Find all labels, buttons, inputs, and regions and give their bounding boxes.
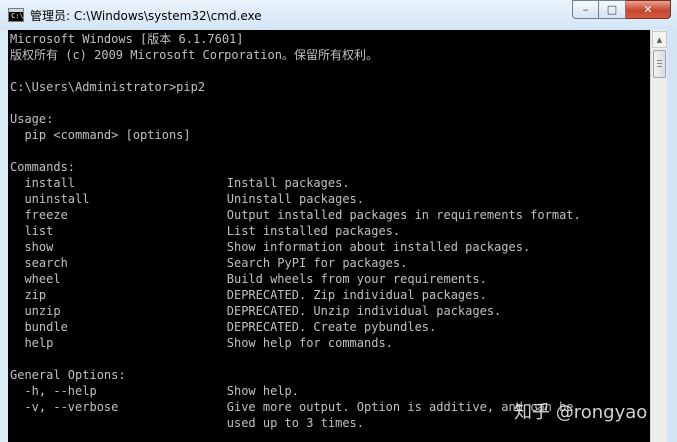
vertical-scrollbar[interactable]: ▲ (650, 30, 667, 442)
cmd-window: C:\ 管理员: C:\Windows\system32\cmd.exe – □… (0, 0, 677, 442)
cmd-console-icon[interactable]: C:\ (8, 8, 24, 22)
console-output[interactable]: Microsoft Windows [版本 6.1.7601] 版权所有 (c) … (8, 30, 650, 442)
maximize-button[interactable]: □ (599, 0, 626, 19)
console-line: pip <command> [options] (10, 128, 191, 142)
console-line: General Options: (10, 368, 126, 382)
console-line: Commands: (10, 160, 76, 174)
console-line: search Search PyPI for packages. (10, 256, 408, 270)
console-line: Usage: (10, 112, 54, 126)
window-title: 管理员: C:\Windows\system32\cmd.exe (30, 9, 262, 23)
console-line: Microsoft Windows [版本 6.1.7601] (10, 32, 244, 46)
console-line: freeze Output installed packages in requ… (10, 208, 581, 222)
console-line: help Show help for commands. (10, 336, 393, 350)
window-controls: – □ ✕ (572, 0, 671, 19)
console-line: show Show information about installed pa… (10, 240, 531, 254)
title-bar[interactable]: C:\ 管理员: C:\Windows\system32\cmd.exe – □… (0, 0, 677, 30)
console-line: bundle DEPRECATED. Create pybundles. (10, 320, 437, 334)
console-line: 版权所有 (c) 2009 Microsoft Corporation。保留所有… (10, 48, 378, 62)
minimize-button[interactable]: – (572, 0, 599, 19)
console-line: wheel Build wheels from your requirement… (10, 272, 487, 286)
console-line: unzip DEPRECATED. Unzip individual packa… (10, 304, 502, 318)
console-text: Microsoft Windows [版本 6.1.7601] 版权所有 (c) … (8, 30, 650, 431)
close-button[interactable]: ✕ (626, 0, 671, 19)
console-line: zip DEPRECATED. Zip individual packages. (10, 288, 487, 302)
console-line: C:\Users\Administrator>pip2 (10, 80, 206, 94)
console-line: list List installed packages. (10, 224, 401, 238)
window-frame-right (667, 30, 677, 442)
console-line: install Install packages. (10, 176, 350, 190)
scroll-thumb[interactable] (653, 50, 666, 78)
console-line: -h, --help Show help. (10, 384, 299, 398)
watermark: 知乎 @rongyao (514, 402, 648, 423)
scroll-up-button[interactable]: ▲ (652, 31, 667, 48)
icon-glyph: C:\ (11, 12, 24, 20)
console-line: uninstall Uninstall packages. (10, 192, 365, 206)
